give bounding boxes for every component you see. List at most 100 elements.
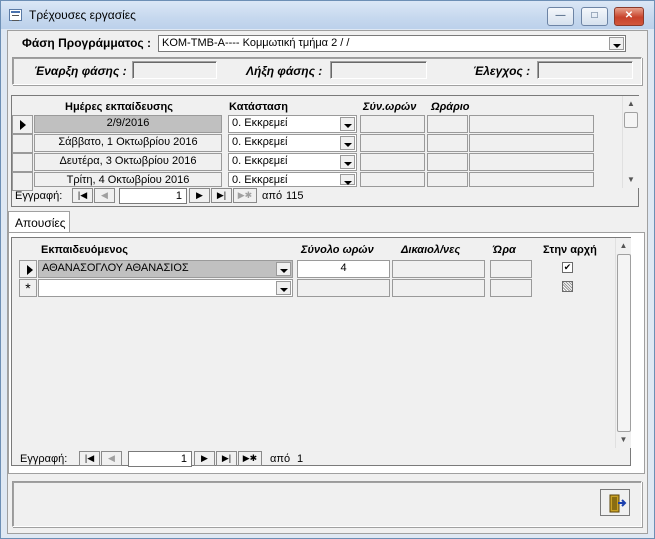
session-schedule-from[interactable] — [427, 115, 468, 133]
scroll-thumb[interactable] — [617, 254, 631, 432]
session-hours[interactable] — [360, 172, 425, 187]
first-record-icon[interactable]: |◀ — [79, 451, 100, 466]
next-record-icon[interactable]: ▶ — [194, 451, 215, 466]
prev-record-icon[interactable]: ◀ — [101, 451, 122, 466]
session-status-combo[interactable]: 0. Εκκρεμεί — [228, 134, 357, 152]
header-start: Στην αρχή — [543, 244, 597, 256]
chevron-down-icon[interactable] — [340, 117, 355, 131]
session-date[interactable]: Σάββατο, 1 Οκτωβρίου 2016 — [34, 134, 222, 152]
absence-hour-new[interactable] — [490, 279, 532, 297]
form-body: Φάση Προγράμματος : KOM-TMB-A---- Κομμωτ… — [7, 30, 648, 534]
new-record-icon[interactable]: ▶✱ — [238, 451, 262, 466]
session-date[interactable]: 2/9/2016 — [34, 115, 222, 133]
title-bar: Τρέχουσες εργασίες — □ ✕ — [1, 1, 654, 29]
chevron-down-icon[interactable] — [609, 37, 624, 50]
session-status-value: 0. Εκκρεμεί — [232, 117, 288, 129]
tab-absences[interactable]: Απουσίες — [8, 211, 70, 233]
row-selector[interactable] — [12, 153, 33, 172]
chevron-down-icon[interactable] — [340, 155, 355, 169]
form-icon — [9, 9, 22, 21]
start-checkbox[interactable]: ✔ — [562, 262, 573, 273]
scroll-down-icon[interactable]: ▼ — [616, 432, 631, 447]
chevron-down-icon[interactable] — [276, 281, 291, 295]
header-justified: Δικαιολ/νες — [401, 244, 461, 256]
header-schedule: Ωράριο — [431, 101, 470, 113]
session-hours[interactable] — [360, 115, 425, 133]
session-status-combo[interactable]: 0. Εκκρεμεί — [228, 115, 357, 133]
sessions-subform: Ημέρες εκπαίδευσης Κατάσταση Σύν.ωρών Ωρ… — [11, 95, 639, 207]
start-checkbox-new[interactable] — [562, 281, 573, 292]
maximize-button[interactable]: □ — [581, 7, 608, 26]
phase-value: KOM-TMB-A---- Κομμωτική τμήμα 2 / / — [162, 37, 350, 49]
end-date-field[interactable] — [330, 61, 427, 79]
last-record-icon[interactable]: ▶| — [211, 188, 232, 203]
total-hours[interactable]: 4 — [297, 260, 390, 278]
session-schedule-to[interactable] — [469, 134, 594, 152]
header-hours: Σύν.ωρών — [363, 101, 417, 113]
of-label: από — [270, 453, 291, 465]
window-title: Τρέχουσες εργασίες — [29, 8, 136, 22]
scroll-up-icon[interactable]: ▲ — [616, 238, 631, 253]
session-status-combo[interactable]: 0. Εκκρεμεί — [228, 153, 357, 171]
session-hours[interactable] — [360, 153, 425, 171]
phase-combo[interactable]: KOM-TMB-A---- Κομμωτική τμήμα 2 / / — [158, 35, 626, 52]
check-label: Έλεγχος : — [473, 64, 531, 78]
session-hours[interactable] — [360, 134, 425, 152]
scroll-thumb[interactable] — [624, 112, 638, 128]
scroll-up-icon[interactable]: ▲ — [623, 96, 639, 111]
start-date-label: Έναρξη φάσης : — [34, 64, 127, 78]
end-date-label: Λήξη φάσης : — [246, 64, 323, 78]
chevron-down-icon[interactable] — [276, 262, 291, 276]
header-status: Κατάσταση — [229, 101, 288, 113]
session-schedule-from[interactable] — [427, 153, 468, 171]
new-row-selector[interactable]: * — [19, 279, 37, 297]
close-button[interactable]: ✕ — [614, 7, 644, 26]
justified-hours-new[interactable] — [392, 279, 485, 297]
session-date[interactable]: Τρίτη, 4 Οκτωβρίου 2016 — [34, 172, 222, 187]
next-record-icon[interactable]: ▶ — [189, 188, 210, 203]
exit-button[interactable] — [600, 489, 630, 516]
absences-subform: Εκπαιδευόμενος Σύνολο ωρών Δικαιολ/νες Ώ… — [11, 237, 631, 467]
minimize-button[interactable]: — — [547, 7, 574, 26]
record-total: 1 — [297, 453, 304, 465]
record-number-input[interactable]: 1 — [119, 188, 187, 204]
session-schedule-to[interactable] — [469, 172, 594, 187]
chevron-down-icon[interactable] — [340, 174, 355, 185]
total-hours-new[interactable] — [297, 279, 390, 297]
sessions-record-navigator: Εγγραφή: |◀ ◀ 1 ▶ ▶| ▶✱ από 115 — [12, 188, 532, 204]
session-status-value: 0. Εκκρεμεί — [232, 136, 288, 148]
new-record-icon[interactable]: ▶✱ — [233, 188, 257, 203]
session-status-value: 0. Εκκρεμεί — [232, 155, 288, 167]
header-hour: Ώρα — [493, 244, 516, 256]
first-record-icon[interactable]: |◀ — [72, 188, 93, 203]
scroll-down-icon[interactable]: ▼ — [623, 172, 639, 187]
row-selector-current[interactable] — [12, 115, 33, 134]
absence-hour[interactable] — [490, 260, 532, 278]
justified-hours[interactable] — [392, 260, 485, 278]
row-selector-current[interactable] — [19, 260, 37, 278]
session-status-value: 0. Εκκρεμεί — [232, 174, 288, 186]
record-number-input[interactable]: 1 — [128, 451, 192, 467]
chevron-down-icon[interactable] — [340, 136, 355, 150]
start-date-field[interactable] — [132, 61, 217, 79]
check-field[interactable] — [537, 61, 633, 79]
sessions-scrollbar[interactable]: ▲ ▼ — [622, 96, 639, 188]
session-schedule-to[interactable] — [469, 115, 594, 133]
record-total: 115 — [286, 190, 304, 202]
prev-record-icon[interactable]: ◀ — [94, 188, 115, 203]
last-record-icon[interactable]: ▶| — [216, 451, 237, 466]
session-schedule-from[interactable] — [427, 134, 468, 152]
of-label: από — [262, 190, 283, 202]
absences-scrollbar[interactable]: ▲ ▼ — [615, 238, 631, 448]
row-selector[interactable] — [12, 134, 33, 153]
session-status-combo[interactable]: 0. Εκκρεμεί — [228, 172, 357, 187]
phase-label: Φάση Προγράμματος : — [22, 36, 151, 50]
trainee-combo-new[interactable] — [38, 279, 293, 297]
footer-box — [12, 481, 642, 527]
trainee-combo[interactable]: ΑΘΑΝΑΣΟΓΛΟΥ ΑΘΑΝΑΣΙΟΣ — [38, 260, 293, 278]
session-schedule-from[interactable] — [427, 172, 468, 187]
session-date[interactable]: Δευτέρα, 3 Οκτωβρίου 2016 — [34, 153, 222, 171]
session-schedule-to[interactable] — [469, 153, 594, 171]
header-trainee: Εκπαιδευόμενος — [41, 244, 128, 256]
absences-record-navigator: Εγγραφή: |◀ ◀ 1 ▶ ▶| ▶✱ από 1 — [16, 451, 536, 467]
